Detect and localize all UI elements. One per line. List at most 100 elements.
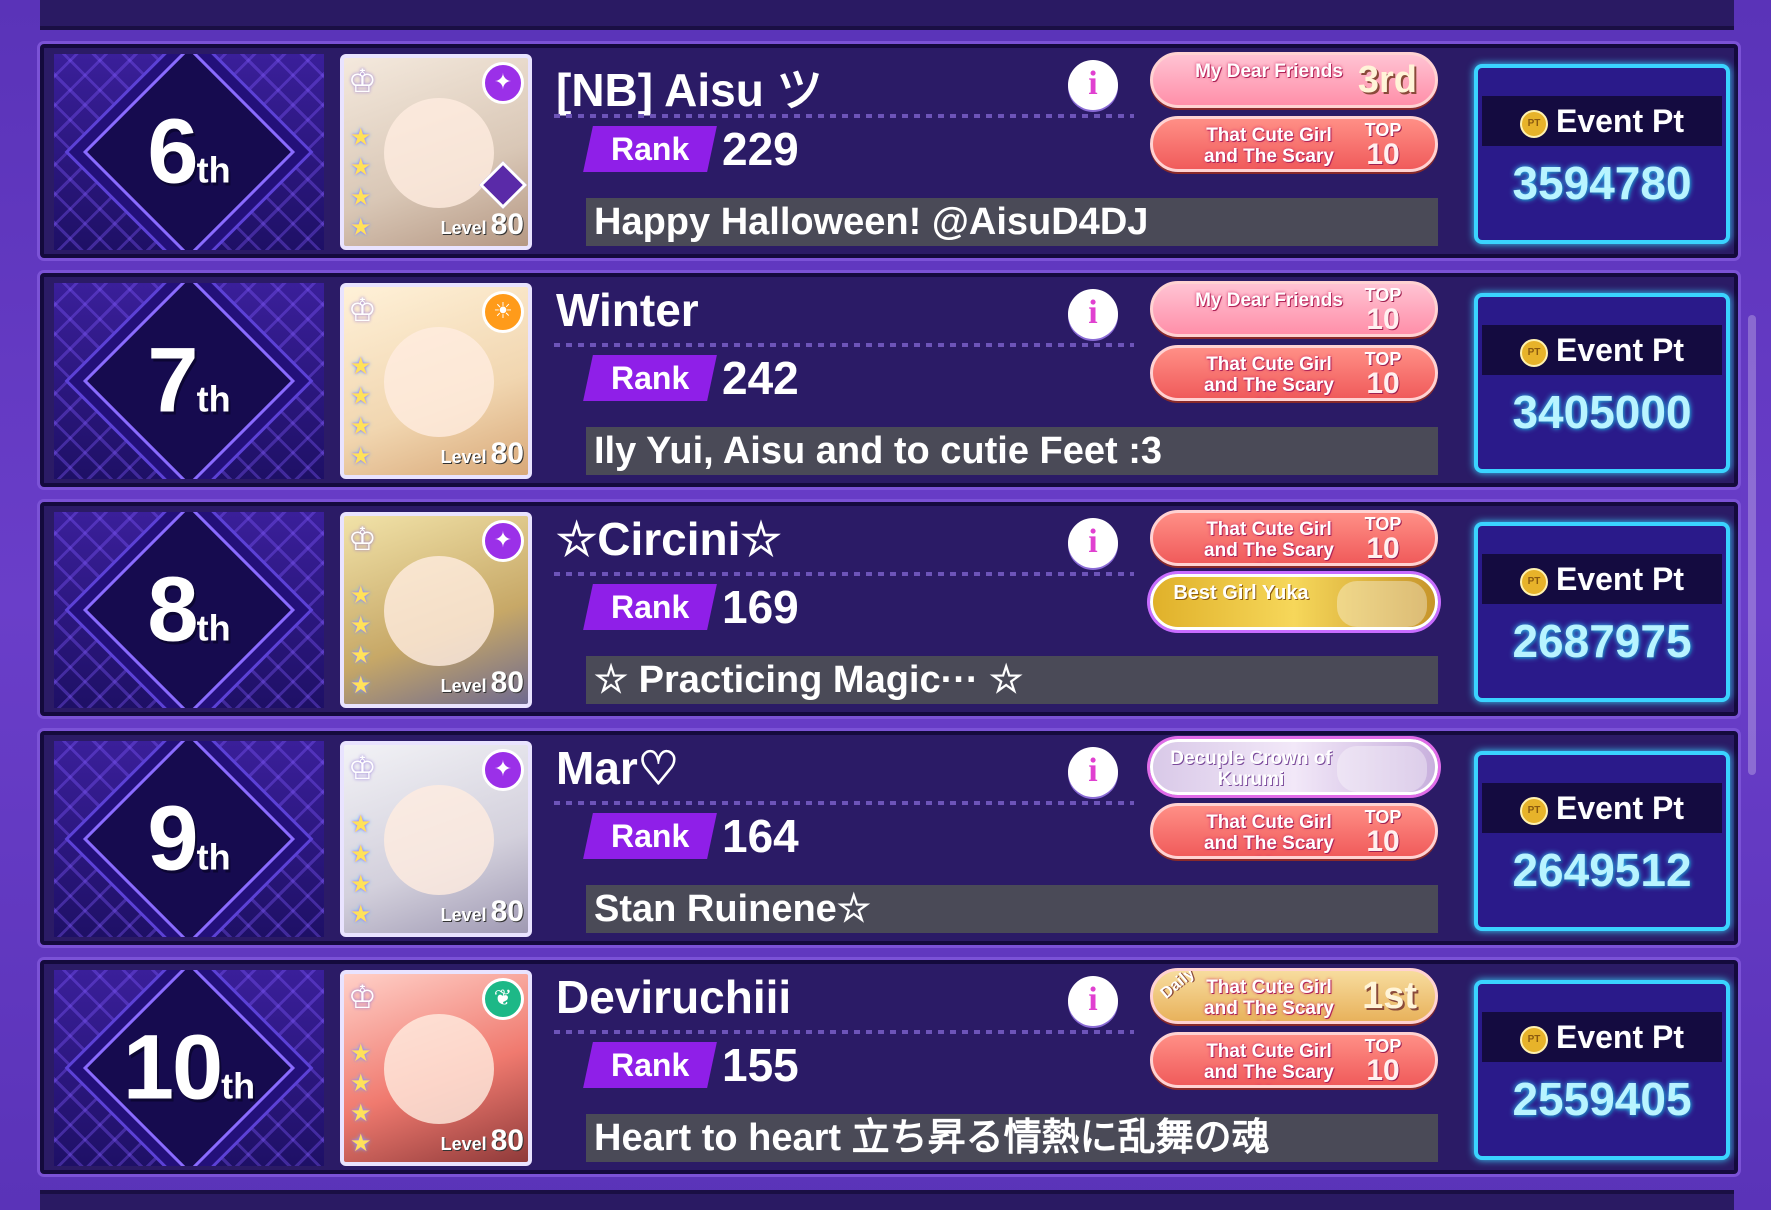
degree-badge: That Cute Girl and The Scary Me TOP10 <box>1150 803 1438 859</box>
divider <box>554 114 1134 118</box>
character-art <box>384 556 494 666</box>
rarity-icon: ♔ <box>348 291 377 329</box>
rank-place-tile: 8th <box>54 512 324 708</box>
degree-badge: My Dear Friends 3rd <box>1150 52 1438 108</box>
rank-place-tile: 9th <box>54 741 324 937</box>
event-pt-coin-icon: PT <box>1519 109 1548 138</box>
previous-entry-edge <box>40 0 1734 30</box>
rank-place-tile: 10th <box>54 970 324 1166</box>
card-level: Level 80 <box>440 895 524 928</box>
event-pt-coin-icon: PT <box>1519 567 1548 596</box>
event-pt-coin-icon: PT <box>1519 338 1548 367</box>
degree-badge: That Cute Girl and The Scary Me TOP10 <box>1150 510 1438 566</box>
event-pt-value: 3594780 <box>1512 157 1692 209</box>
degree-badge: Decuple Crown of Kurumi <box>1150 739 1438 795</box>
event-points-box: PT Event Pt 3405000 <box>1474 293 1730 473</box>
event-pt-label: PT Event Pt <box>1482 783 1722 833</box>
event-pt-coin-icon: PT <box>1519 796 1548 825</box>
rank-label: Rank <box>583 813 717 859</box>
event-pt-value: 2649512 <box>1512 844 1692 896</box>
event-pt-value: 2559405 <box>1512 1073 1692 1125</box>
info-button[interactable]: i <box>1068 60 1118 110</box>
ranking-entry[interactable]: 6th ♔ ✦ ★ ★ ★ ★ Level 80 [NB] Aisu ツ i Rank … <box>40 44 1738 258</box>
event-points-box: PT Event Pt 2649512 <box>1474 751 1730 931</box>
star-rating: ★ ★ ★ ★ <box>350 123 372 241</box>
card-level: Level 80 <box>440 666 524 699</box>
divider <box>554 801 1134 805</box>
crown-icon: ♔ <box>348 520 377 558</box>
degree-badge: Daily That Cute Girl and The Scary Me 1s… <box>1150 968 1438 1024</box>
info-button[interactable]: i <box>1068 518 1118 568</box>
event-pt-label: PT Event Pt <box>1482 554 1722 604</box>
rank-label: Rank <box>583 126 717 172</box>
badge-character-art <box>1337 581 1427 627</box>
event-points-box: PT Event Pt 3594780 <box>1474 64 1730 244</box>
player-name: Mar♡ <box>556 742 680 794</box>
player-rank: 164 <box>722 810 799 862</box>
player-rank: 155 <box>722 1039 799 1091</box>
player-comment: ☆ Practicing Magic··· ☆ <box>586 656 1438 704</box>
event-pt-coin-icon: PT <box>1519 1025 1548 1054</box>
event-points-box: PT Event Pt 2687975 <box>1474 522 1730 702</box>
player-name: Winter <box>556 284 699 336</box>
event-pt-label: PT Event Pt <box>1482 1012 1722 1062</box>
rarity-icon: ♔ <box>348 749 377 787</box>
star-rating: ★ ★ ★ ★ <box>350 581 372 699</box>
event-pt-label: PT Event Pt <box>1482 96 1722 146</box>
rank-place: 8th <box>147 558 231 661</box>
info-button[interactable]: i <box>1068 747 1118 797</box>
attribute-cool-icon: ✦ <box>482 520 524 562</box>
player-comment: Stan Ruinene☆ <box>586 885 1438 933</box>
degree-badge: My Dear Friends TOP 10 <box>1150 281 1438 337</box>
rarity-icon: ♔ <box>348 62 377 100</box>
character-art <box>384 1014 494 1124</box>
ranking-list[interactable]: 6th ♔ ✦ ★ ★ ★ ★ Level 80 [NB] Aisu ツ i Rank … <box>40 44 1738 1189</box>
leader-card[interactable]: ♔ ☀ ★ ★ ★ ★ Level 80 <box>340 283 532 479</box>
ranking-entry[interactable]: 7th ♔ ☀ ★ ★ ★ ★ Level 80 Winter i Rank 242 I… <box>40 273 1738 487</box>
ranking-entry[interactable]: 9th ♔ ✦ ★ ★ ★ ★ Level 80 Mar♡ i Rank 164 Sta… <box>40 731 1738 945</box>
rank-label: Rank <box>583 355 717 401</box>
leader-card[interactable]: ♔ ✦ ★ ★ ★ ★ Level 80 <box>340 741 532 937</box>
leader-card[interactable]: ♔ ✦ ★ ★ ★ ★ Level 80 <box>340 54 532 250</box>
rank-place-tile: 6th <box>54 54 324 250</box>
rank-label: Rank <box>583 584 717 630</box>
player-comment: Ily Yui, Aisu and to cutie Feet :3 <box>586 427 1438 475</box>
player-name: Deviruchiii <box>556 971 792 1023</box>
star-rating: ★ ★ ★ ★ <box>350 810 372 928</box>
star-rating: ★ ★ ★ ★ <box>350 1039 372 1157</box>
rank-place: 9th <box>147 787 231 890</box>
next-entry-edge <box>40 1190 1734 1210</box>
event-points-box: PT Event Pt 2559405 <box>1474 980 1730 1160</box>
ranking-entry[interactable]: 10th ♔ ❦ ★ ★ ★ ★ Level 80 Deviruchiii i Rank… <box>40 960 1738 1174</box>
player-comment: Heart to heart 立ち昇る情熱に乱舞の魂 <box>586 1114 1438 1162</box>
attribute-pure-icon: ❦ <box>482 978 524 1020</box>
player-rank: 242 <box>722 352 799 404</box>
info-button[interactable]: i <box>1068 976 1118 1026</box>
player-name: [NB] Aisu ツ <box>556 64 823 116</box>
degree-badge: Best Girl Yuka <box>1150 574 1438 630</box>
attribute-cool-icon: ✦ <box>482 749 524 791</box>
card-level: Level 80 <box>440 208 524 241</box>
degree-badge: That Cute Girl and The Scary Me TOP10 <box>1150 1032 1438 1088</box>
rank-place: 7th <box>147 329 231 432</box>
rank-place: 10th <box>122 1016 256 1119</box>
rank-place-tile: 7th <box>54 283 324 479</box>
player-rank: 169 <box>722 581 799 633</box>
badge-character-art <box>1337 746 1427 792</box>
degree-badge: That Cute Girl and The Scary Me TOP10 <box>1150 116 1438 172</box>
attribute-cool-icon: ✦ <box>482 62 524 104</box>
player-rank: 229 <box>722 123 799 175</box>
attribute-happy-icon: ☀ <box>482 291 524 333</box>
rank-place: 6th <box>147 100 231 203</box>
leader-card[interactable]: ♔ ❦ ★ ★ ★ ★ Level 80 <box>340 970 532 1166</box>
star-rating: ★ ★ ★ ★ <box>350 352 372 470</box>
scrollbar[interactable] <box>1748 315 1756 775</box>
info-button[interactable]: i <box>1068 289 1118 339</box>
character-art <box>384 327 494 437</box>
leader-card[interactable]: ♔ ✦ ★ ★ ★ ★ Level 80 <box>340 512 532 708</box>
card-level: Level 80 <box>440 437 524 470</box>
character-art <box>384 785 494 895</box>
ranking-entry[interactable]: 8th ♔ ✦ ★ ★ ★ ★ Level 80 ☆Circini☆ i Rank 16… <box>40 502 1738 716</box>
degree-badge: That Cute Girl and The Scary Me TOP10 <box>1150 345 1438 401</box>
player-comment: Happy Halloween! @AisuD4DJ <box>586 198 1438 246</box>
